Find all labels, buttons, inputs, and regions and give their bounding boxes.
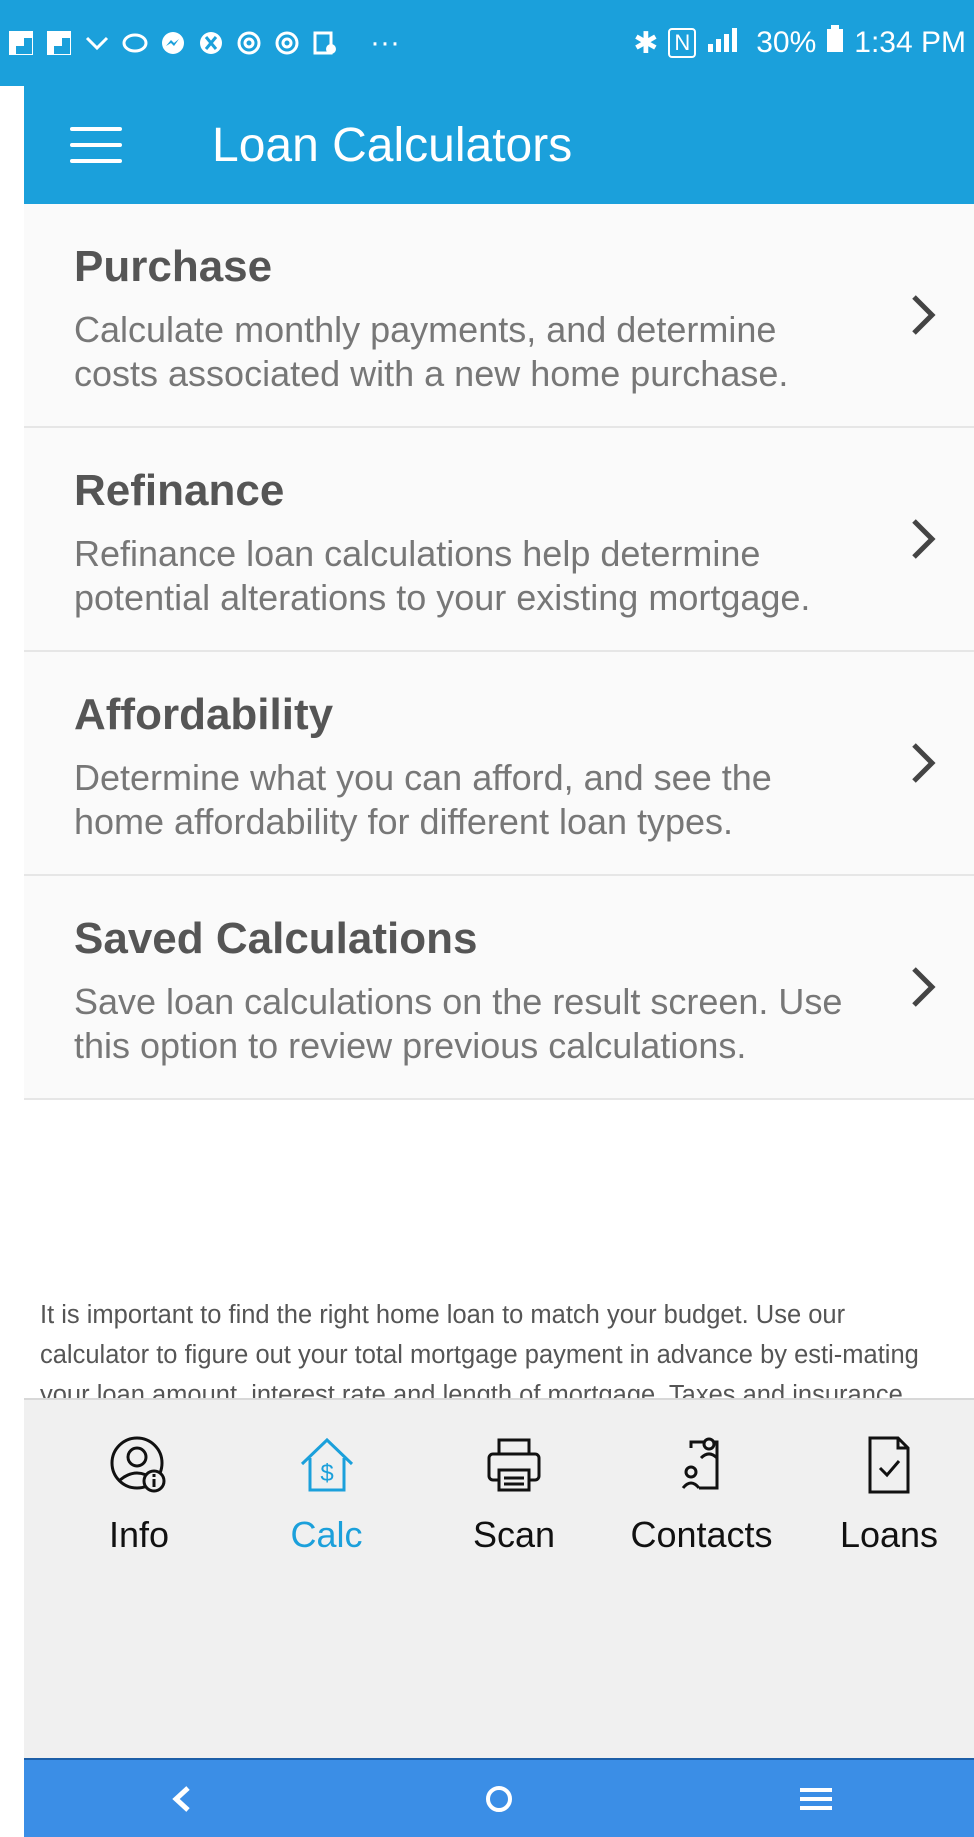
back-icon	[172, 1785, 191, 1812]
home-circle-icon	[485, 1785, 512, 1812]
flipboard-icon	[46, 30, 72, 56]
tab-contacts[interactable]: Contacts	[627, 1434, 777, 1556]
list-item-purchase[interactable]: Purchase Calculate monthly payments, and…	[24, 204, 974, 428]
notification-icons: ···	[8, 26, 400, 60]
chevron-right-icon	[912, 295, 936, 335]
system-navigation-bar	[24, 1758, 974, 1837]
tab-loans[interactable]: Loans	[814, 1434, 964, 1556]
bluetooth-icon: ✱	[633, 26, 659, 60]
printer-icon	[487, 1438, 541, 1492]
app-bar: Loan Calculators	[24, 86, 974, 204]
more-notifications: ···	[370, 26, 400, 59]
nfc-icon: N	[668, 28, 697, 58]
calculator-list: Purchase Calculate monthly payments, and…	[24, 204, 974, 1100]
battery-icon	[826, 25, 844, 61]
item-description: Calculate monthly payments, and determin…	[74, 309, 789, 394]
list-item-saved-calculations[interactable]: Saved Calculations Save loan calculation…	[24, 876, 974, 1100]
svg-text:$: $	[320, 1460, 333, 1487]
recents-button[interactable]	[786, 1779, 846, 1819]
document-check-icon	[868, 1436, 910, 1494]
tab-label: Scan	[472, 1514, 556, 1555]
menu-icon[interactable]	[70, 127, 122, 163]
tab-info[interactable]: Info	[64, 1434, 214, 1556]
tab-label: Contacts	[630, 1514, 773, 1555]
back-button[interactable]	[152, 1779, 212, 1819]
clock: 1:34 PM	[854, 26, 966, 59]
item-description: Save loan calculations on the result scr…	[74, 981, 843, 1066]
status-bar: ··· ✱ N 30% 1:34 PM	[0, 0, 974, 86]
app-icon	[122, 30, 148, 56]
messenger-icon	[160, 30, 186, 56]
dialer-icon	[84, 30, 110, 56]
signal-icon	[706, 26, 746, 60]
list-item-refinance[interactable]: Refinance Refinance loan calculations he…	[24, 428, 974, 652]
item-description: Determine what you can afford, and see t…	[74, 757, 772, 842]
list-item-affordability[interactable]: Affordability Determine what you can aff…	[24, 652, 974, 876]
chevron-right-icon	[912, 967, 936, 1007]
home-dollar-icon: $	[300, 1437, 353, 1492]
at-icon	[274, 30, 300, 56]
bottom-tab-bar: Info $ Calc Scan Contacts Loans	[24, 1398, 974, 1760]
tab-label: Loans	[839, 1514, 939, 1555]
item-description: Refinance loan calculations help determi…	[74, 533, 811, 618]
item-title: Purchase	[74, 242, 273, 291]
home-button[interactable]	[469, 1779, 529, 1819]
recents-icon	[799, 1787, 832, 1810]
page-title: Loan Calculators	[212, 118, 573, 172]
tab-scan[interactable]: Scan	[439, 1434, 589, 1556]
item-title: Refinance	[74, 466, 285, 515]
tab-calc[interactable]: $ Calc	[252, 1434, 402, 1556]
chevron-right-icon	[912, 743, 936, 783]
flipboard-icon	[8, 30, 34, 56]
tab-label: Calc	[290, 1514, 363, 1555]
user-info-icon	[110, 1436, 166, 1493]
chevron-right-icon	[912, 519, 936, 559]
disclaimer-container: It is important to find the right home l…	[24, 1295, 974, 1398]
at-icon	[236, 30, 262, 56]
media-icon	[312, 30, 338, 56]
tab-label: Info	[108, 1514, 170, 1555]
xbox-icon	[198, 30, 224, 56]
item-title: Saved Calculations	[74, 914, 478, 963]
disclaimer-text: It is important to find the right home l…	[40, 1301, 919, 1398]
contacts-icon	[681, 1437, 718, 1490]
battery-percent: 30%	[756, 26, 817, 59]
item-title: Affordability	[74, 690, 334, 739]
system-status: ✱ N 30% 1:34 PM	[633, 25, 966, 61]
